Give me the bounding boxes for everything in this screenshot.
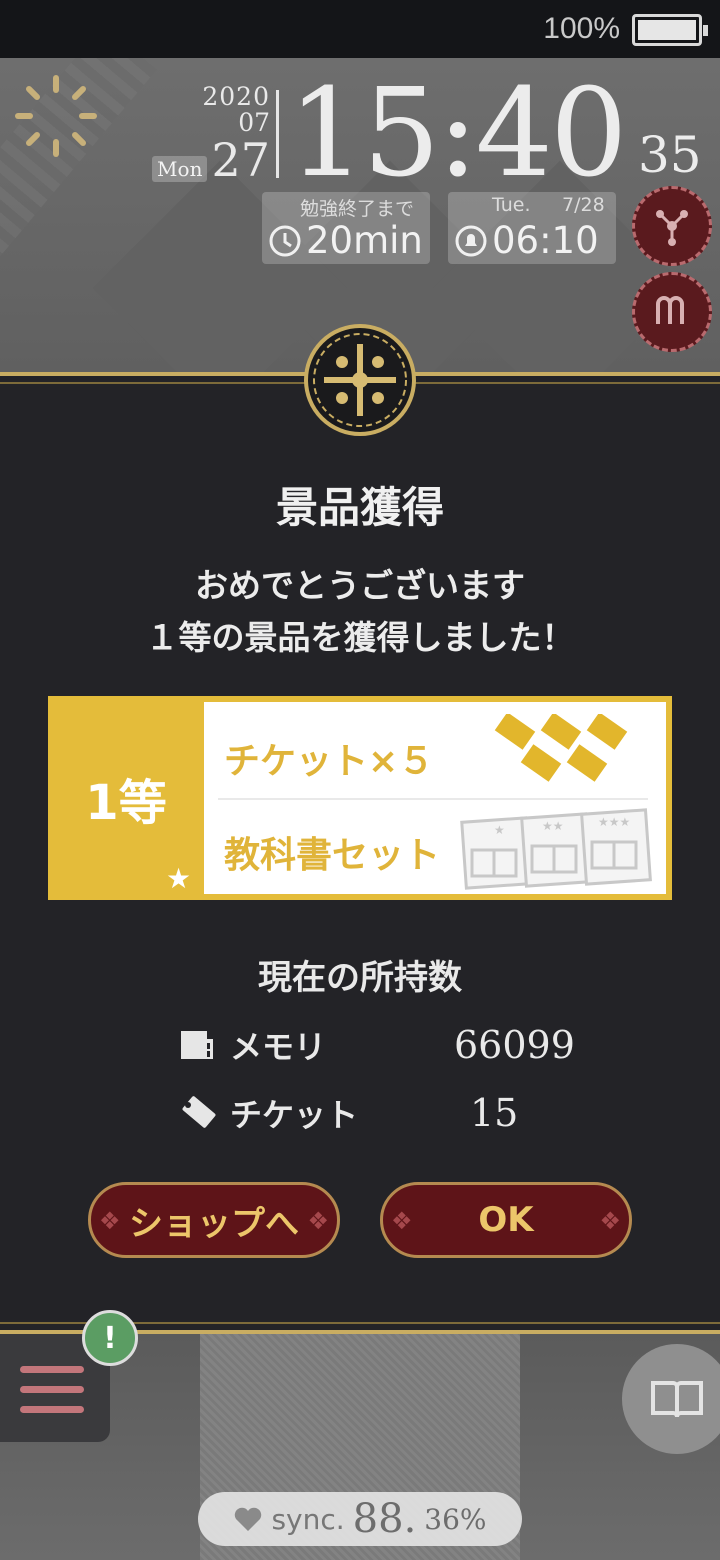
notification-alert-icon[interactable]: ! [82,1310,138,1366]
tickets-icon [494,714,628,782]
date-display: 2020 07 Mon 27 [150,82,270,187]
ticket-value: 15 [470,1091,519,1135]
sync-label: sync. [271,1502,345,1536]
prize-card: 1等 ★ チケット×５ 教科書セット ★ ★★ ★★★ [48,696,672,900]
prize-items: チケット×５ 教科書セット ★ ★★ ★★★ [204,702,666,894]
study-timer-label: 勉強終了まで [300,198,415,220]
sun-icon [15,75,97,157]
textbook-set-icon: ★ ★★ ★★★ [460,808,652,890]
memory-value: 66099 [454,1023,575,1067]
holding-row-ticket: チケット 15 [178,1090,518,1136]
battery-icon [632,14,708,46]
alarm-time: 06:10 [492,219,599,262]
heart-icon [235,1507,262,1531]
svg-text:★★: ★★ [542,819,564,833]
prize-item-tickets: チケット×５ [224,741,435,782]
year: 2020 [202,82,270,111]
study-timer[interactable]: 勉強終了まで 20min [262,192,430,264]
svg-text:★: ★ [494,823,505,837]
study-timer-value: 20min [306,219,423,262]
share-button[interactable] [632,186,712,266]
prize-divider [218,798,648,800]
svg-text:★★★: ★★★ [598,815,630,829]
shop-button[interactable]: ショップへ [88,1182,340,1258]
alarm-date: 7/28 [562,194,605,216]
share-icon [656,210,688,246]
status-bar: 100% [0,0,720,58]
sync-value-decimal: 36% [424,1502,487,1536]
clock-time: 15:40 [288,62,628,204]
prize-item-textbooks: 教科書セット [224,835,441,876]
alarm-bell-icon [455,225,487,256]
ticket-label: チケット [230,1096,359,1134]
day-of-week: Mon [152,156,208,182]
holdings-title: 現在の所持数 [258,958,462,998]
dialog-title: 景品獲得 [275,483,444,532]
alarm-chip[interactable]: Tue. 7/28 06:10 [448,192,616,264]
holding-row-memory: メモリ 66099 [178,1022,575,1068]
ornament-emblem-icon [304,324,416,436]
message-line-2: １等の景品を獲得しました！ [145,618,575,657]
memory-label: メモリ [230,1028,327,1066]
clock-icon [269,225,301,256]
battery-percent: 100% [543,12,620,45]
book-icon [651,1381,703,1418]
ticket-icon [178,1093,218,1133]
m-logo-icon [656,296,684,324]
alarm-day: Tue. [492,194,531,216]
memory-button[interactable] [632,272,712,352]
star-icon: ★ [166,862,192,895]
clock-seconds: 35 [638,126,702,184]
sync-value: 88. [352,1496,417,1542]
memory-card-icon [178,1025,218,1065]
message-line-1: おめでとうございます [195,566,525,605]
dialog-message: おめでとうございます １等の景品を獲得しました！ [0,560,720,664]
date-separator [276,90,279,178]
day: 27 [211,133,270,187]
sync-indicator: sync. 88. 36% [198,1492,522,1546]
ok-button[interactable]: OK [380,1182,632,1258]
